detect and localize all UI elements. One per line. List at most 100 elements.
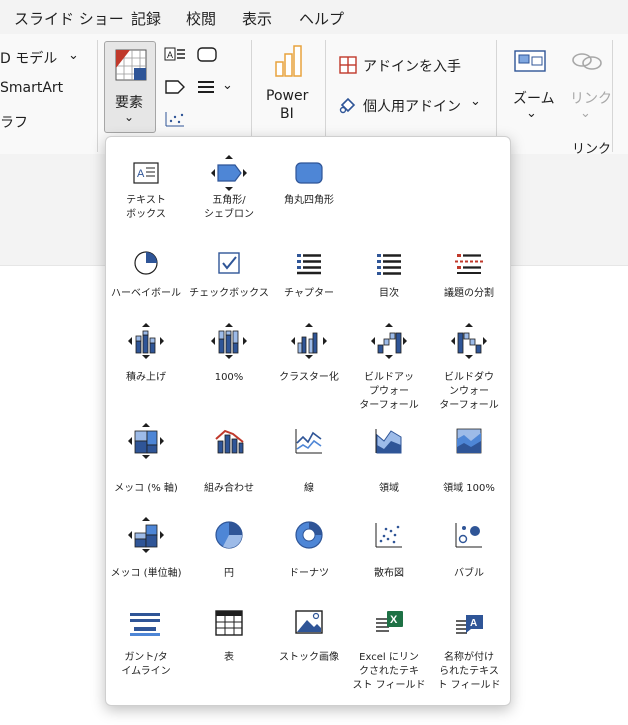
gallery-item-label: 目次 xyxy=(379,288,399,299)
gallery-item-builddown-waterfall[interactable]: ビルドダウ ンウォー ターフォール xyxy=(429,321,509,413)
gallery-item-percent-chart[interactable]: 100% xyxy=(189,321,269,413)
zoom-icon[interactable] xyxy=(514,48,548,74)
svg-text:A: A xyxy=(137,168,145,180)
zoom-button[interactable]: ズーム xyxy=(513,88,555,108)
gallery-item-label: 100% xyxy=(214,372,244,383)
link-icon xyxy=(572,53,602,70)
gallery-item-label: Excel にリン クされたテキ スト フィールド xyxy=(352,652,426,691)
gallery-item-harvey-ball[interactable]: ハーベイボール xyxy=(106,243,186,329)
gallery-item-label: メッコ (単位軸) xyxy=(110,568,182,579)
gallery-item-area-chart[interactable]: 領域 xyxy=(349,421,429,524)
gallery-item-stock-image[interactable]: ストック画像 xyxy=(269,603,349,693)
gallery-item-mekko-unit-chart[interactable]: メッコ (単位軸) xyxy=(106,515,186,609)
ribbon-separator xyxy=(612,40,613,152)
tab-review[interactable]: 校閲 xyxy=(186,8,216,29)
gallery-item-pentagon-chevron[interactable]: 五角形/ シェブロン xyxy=(189,153,269,236)
gallery-item-label: 名称が付け られたテキス ト フィールド xyxy=(437,652,501,691)
gallery-item-label: 散布図 xyxy=(374,568,404,579)
gallery-item-label: 領域 xyxy=(379,483,399,494)
powerbi-label[interactable]: Power xyxy=(266,88,308,104)
gallery-item-buildup-waterfall[interactable]: ビルドアッ プウォー ターフォール xyxy=(349,321,429,413)
checkbox-icon xyxy=(218,252,240,274)
chevron-down-icon[interactable]: ⌄ xyxy=(526,106,537,121)
gallery-item-checkbox[interactable]: チェックボックス xyxy=(189,243,269,329)
gallery-item-named-text-field[interactable]: A 名称が付け られたテキス ト フィールド xyxy=(429,603,509,693)
pentagon-small-icon[interactable] xyxy=(164,78,186,96)
gallery-item-label: 領域 100% xyxy=(443,483,495,494)
gallery-item-label: ガント/タ イムライン xyxy=(121,652,171,677)
gallery-item-bubble-chart[interactable]: バブル xyxy=(429,515,509,609)
gallery-item-label: 表 xyxy=(224,652,234,663)
svg-text:A: A xyxy=(167,50,173,60)
chapter-icon xyxy=(297,254,321,275)
gallery-item-agenda-divider[interactable]: 議題の分割 xyxy=(429,243,509,329)
gallery-item-excel-linked-text-field[interactable]: X Excel にリン クされたテキ スト フィールド xyxy=(349,603,429,693)
textbox-icon: A xyxy=(133,162,159,184)
gallery-item-donut-chart[interactable]: ドーナツ xyxy=(269,515,349,609)
chevron-down-icon[interactable]: ⌄ xyxy=(470,94,481,109)
chevron-down-icon: ⌄ xyxy=(124,110,135,124)
chevron-down-icon[interactable]: ⌄ xyxy=(68,48,79,63)
gallery-item-table[interactable]: 表 xyxy=(189,603,269,693)
elements-gallery: A テキスト ボックス 五角形/ シェブロン 角丸四角形ハーベイボール チェックボック… xyxy=(105,136,511,706)
powerbi-label-line2[interactable]: BI xyxy=(280,106,294,122)
stock-image-icon xyxy=(295,610,323,634)
tab-slideshow[interactable]: スライド ショー xyxy=(14,8,124,29)
pie-chart-icon xyxy=(215,521,243,549)
gallery-item-combination-chart[interactable]: 組み合わせ xyxy=(189,421,269,524)
svg-text:X: X xyxy=(390,614,398,626)
store-icon[interactable] xyxy=(339,56,357,74)
gallery-item-line-chart[interactable]: 線 xyxy=(269,421,349,524)
tab-help[interactable]: ヘルプ xyxy=(299,8,344,29)
rounded-rect-small-icon[interactable] xyxy=(196,46,218,64)
gallery-item-rounded-rectangle[interactable]: 角丸四角形 xyxy=(269,153,349,236)
gallery-item-label: 線 xyxy=(304,483,314,494)
gallery-item-area-100-chart[interactable]: 領域 100% xyxy=(429,421,509,524)
gantt-timeline-icon xyxy=(130,613,160,636)
gallery-item-label: ビルドアッ プウォー ターフォール xyxy=(359,372,419,411)
tab-record[interactable]: 記録 xyxy=(131,8,161,29)
elements-label: 要素 xyxy=(115,95,143,111)
gallery-item-table-of-contents[interactable]: 目次 xyxy=(349,243,429,329)
gallery-item-mekko-percent-chart[interactable]: メッコ (% 軸) xyxy=(106,421,186,524)
model3d-button[interactable]: D モデル xyxy=(0,48,57,68)
elements-icon xyxy=(115,49,147,81)
gallery-item-label: 議題の分割 xyxy=(444,288,494,299)
mekko-percent-chart-icon xyxy=(128,423,164,459)
addin-icon[interactable] xyxy=(339,96,357,114)
table-icon xyxy=(215,610,243,636)
gallery-item-gantt-timeline[interactable]: ガント/タ イムライン xyxy=(106,603,186,693)
link-button: リンク xyxy=(570,91,612,107)
chevron-down-icon[interactable]: ⌄ xyxy=(222,78,233,93)
gallery-item-label: チャプター xyxy=(284,288,334,299)
smartart-button[interactable]: SmartArt xyxy=(0,80,63,96)
graph-button[interactable]: ラフ xyxy=(0,112,28,132)
get-addins-button[interactable]: アドインを入手 xyxy=(363,56,461,76)
elements-button[interactable]: 要素 ⌄ xyxy=(104,41,156,133)
gallery-item-pie-chart[interactable]: 円 xyxy=(189,515,269,609)
donut-chart-icon xyxy=(295,521,323,549)
agenda-divider-icon xyxy=(455,254,483,274)
rounded-rectangle-icon xyxy=(295,162,323,184)
area-chart-icon xyxy=(375,429,402,454)
line-chart-icon xyxy=(295,429,322,454)
area-100-chart-icon xyxy=(456,428,482,454)
gallery-item-chapter[interactable]: チャプター xyxy=(269,243,349,329)
tab-view[interactable]: 表示 xyxy=(242,8,272,29)
gallery-item-scatter-chart[interactable]: 散布図 xyxy=(349,515,429,609)
powerbi-icon[interactable] xyxy=(274,44,304,78)
gallery-item-label: 円 xyxy=(224,568,234,579)
gallery-item-clustered-chart[interactable]: クラスター化 xyxy=(269,321,349,413)
ribbon-separator xyxy=(97,40,98,152)
scatter-small-icon[interactable] xyxy=(164,110,186,128)
excel-linked-text-field-icon: X xyxy=(376,611,403,632)
my-addins-button[interactable]: 個人用アドイン xyxy=(363,96,461,116)
builddown-waterfall-icon xyxy=(451,323,487,359)
gallery-item-label: バブル xyxy=(454,568,484,579)
gallery-item-label: ハーベイボール xyxy=(111,288,181,299)
list-small-icon[interactable] xyxy=(196,78,218,96)
gallery-item-stacked-chart[interactable]: 積み上げ xyxy=(106,321,186,413)
textbox-small-icon[interactable]: A xyxy=(164,46,186,64)
gallery-item-textbox[interactable]: A テキスト ボックス xyxy=(106,153,186,236)
harvey-ball-icon xyxy=(134,251,158,275)
